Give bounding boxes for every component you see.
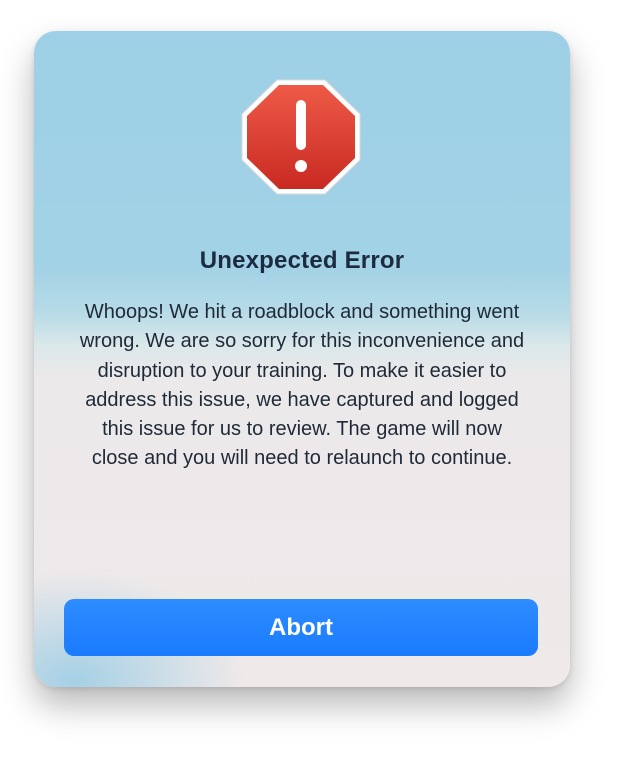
abort-button[interactable]: Abort [64,599,538,656]
stop-error-icon [238,78,364,196]
dialog-title: Unexpected Error [199,247,405,274]
dialog-message: Whoops! We hit a roadblock and something… [79,301,525,470]
stage: Unexpected Error Whoops! We hit a roadbl… [0,0,643,763]
error-dialog: Unexpected Error Whoops! We hit a roadbl… [34,31,570,687]
